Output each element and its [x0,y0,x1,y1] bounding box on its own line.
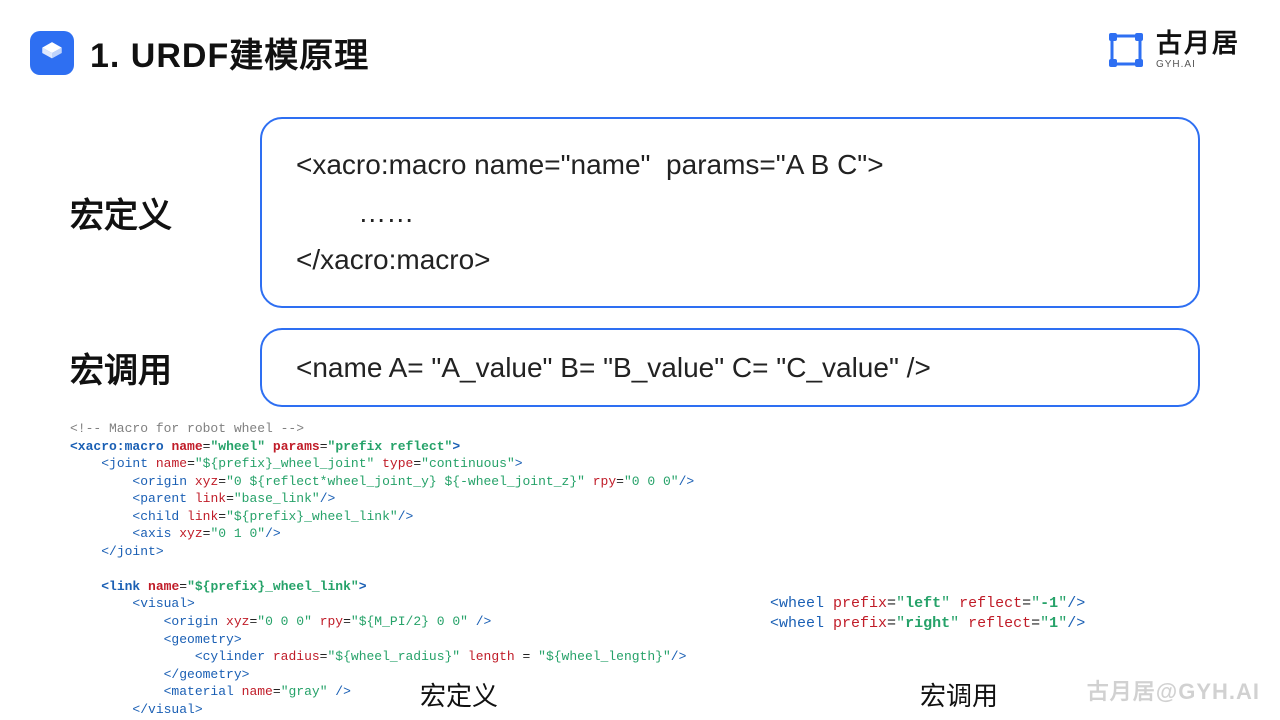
caption-left: 宏定义 [420,676,498,713]
brand-name-cn: 古月居 [1156,30,1240,56]
label-macro-def: 宏定义 [70,188,260,237]
row-macro-definition: 宏定义 <xacro:macro name="name" params="A B… [0,117,1280,308]
page-title: 1. URDF建模原理 [90,28,369,77]
code-block-call: <wheel prefix="left" reflect="-1"/> <whe… [770,594,1190,635]
label-macro-call: 宏调用 [70,343,260,392]
watermark: 古月居@GYH.AI [1087,674,1260,706]
caption-right: 宏调用 [920,676,998,713]
row-macro-call: 宏调用 <name A= "A_value" B= "B_value" C= "… [0,328,1280,408]
brand-name-en: GYH.AI [1156,60,1240,70]
code-block-definition: <!-- Macro for robot wheel --> <xacro:ma… [70,420,690,720]
brand-icon [1106,30,1146,70]
slide-header: 1. URDF建模原理 [0,0,1280,77]
logo-icon [30,31,74,75]
box-macro-call: <name A= "A_value" B= "B_value" C= "C_va… [260,328,1200,408]
brand-logo: 古月居 GYH.AI [1106,30,1240,70]
box-macro-def: <xacro:macro name="name" params="A B C">… [260,117,1200,308]
